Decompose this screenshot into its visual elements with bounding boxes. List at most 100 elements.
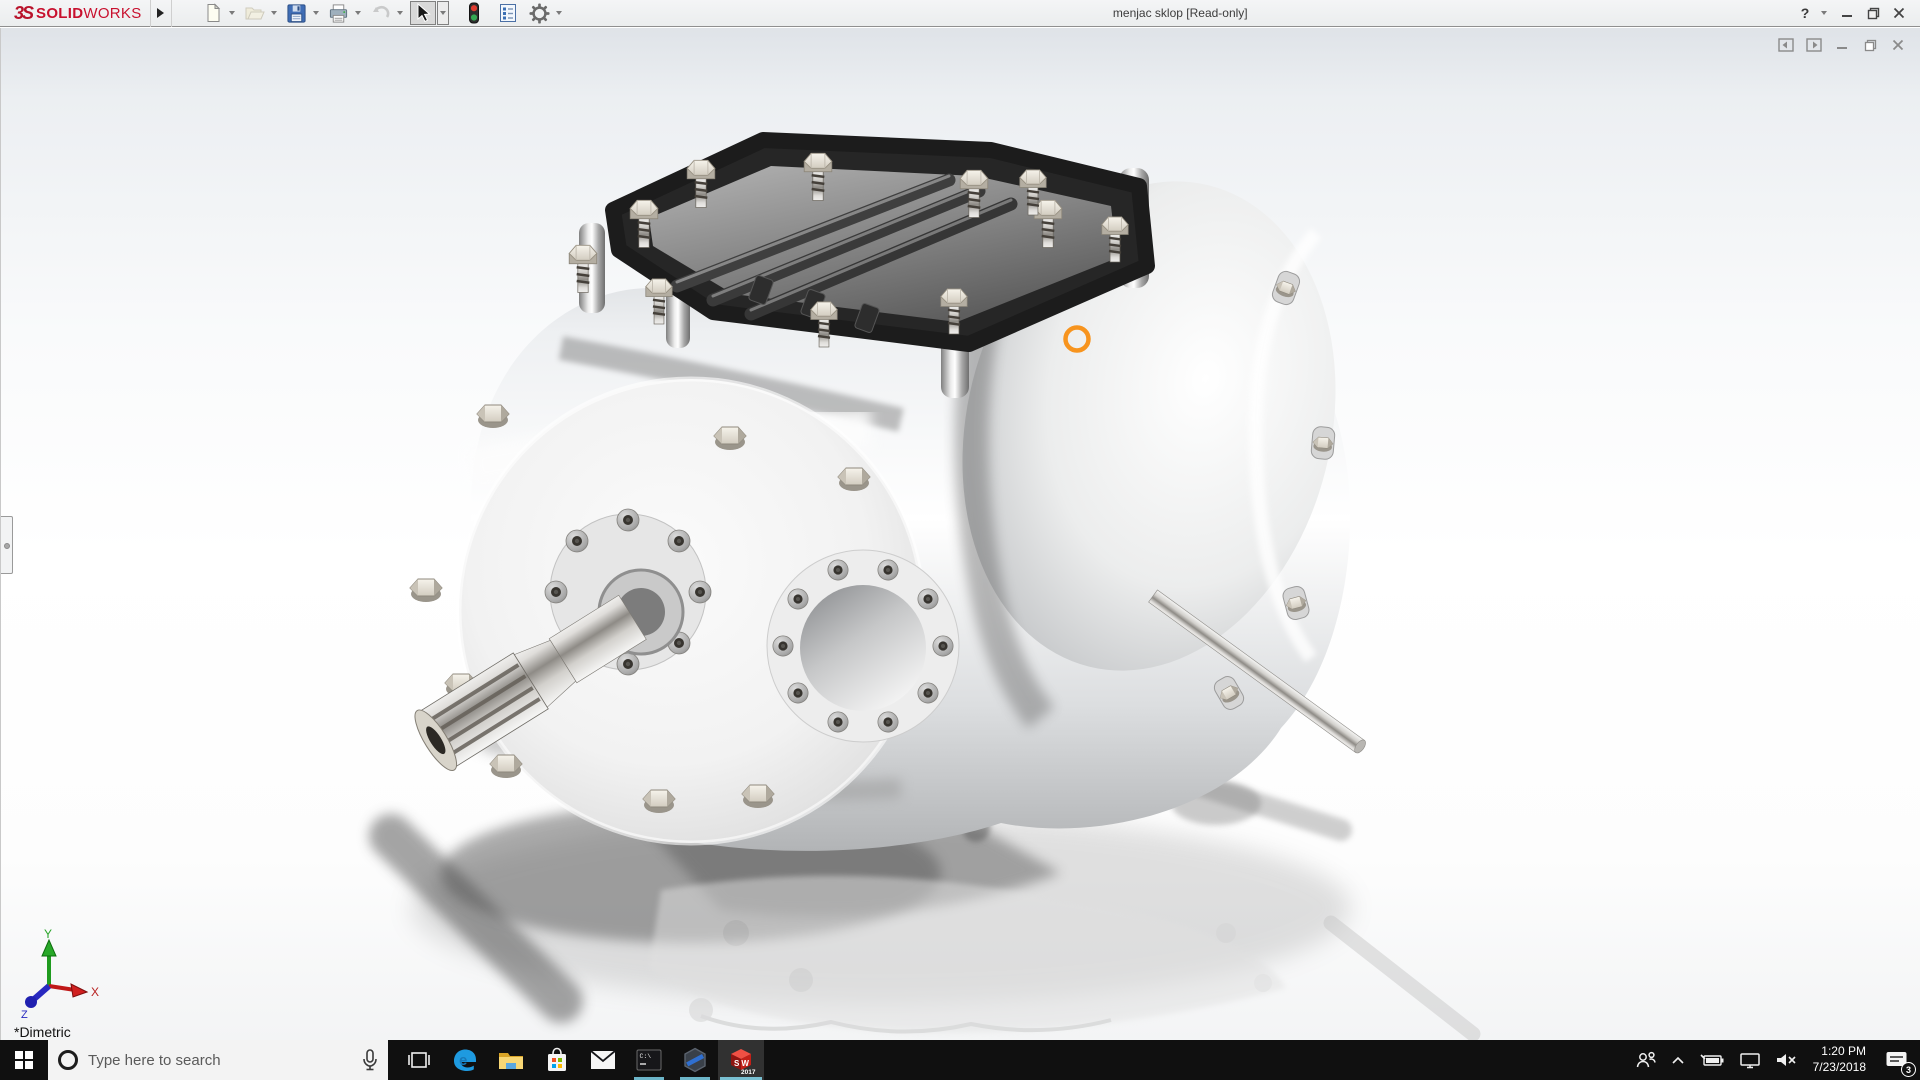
graphics-area[interactable]: Y X Z *Dimetric (0, 28, 1920, 1040)
restore-icon (1867, 7, 1879, 19)
select-cursor-icon (417, 3, 431, 23)
doc-minimize-icon (1837, 47, 1847, 49)
microphone-icon[interactable] (362, 1049, 378, 1071)
close-button[interactable] (1886, 0, 1912, 26)
doc-close-button[interactable] (1888, 36, 1908, 54)
command-prompt-button[interactable]: C:\ (626, 1040, 672, 1080)
people-button[interactable] (1629, 1040, 1663, 1080)
svg-text:SW: SW (734, 1059, 751, 1068)
view-orientation-label: *Dimetric (14, 1024, 71, 1040)
help-button[interactable]: ? (1792, 0, 1818, 26)
cortana-icon (58, 1050, 78, 1070)
solidworks-2017-icon: SW 2017 (731, 1049, 756, 1075)
edge-icon: e (454, 1049, 476, 1071)
show-hidden-icons-button[interactable] (1665, 1040, 1691, 1080)
document-title: menjac sklop [Read-only] (1112, 6, 1248, 20)
options-gear-icon (529, 2, 550, 24)
logo-text-light: WORKS (83, 4, 142, 22)
save-icon (287, 3, 306, 23)
splitter-dot (4, 543, 10, 549)
start-button[interactable] (0, 1040, 48, 1080)
volume-button[interactable] (1769, 1040, 1803, 1080)
file-explorer-button[interactable] (488, 1040, 534, 1080)
title-bar: 3S SOLID WORKS menjac sklop [Read-only] … (0, 0, 1920, 27)
solidworks-2017-button[interactable]: SW 2017 (718, 1040, 764, 1080)
battery-charging-icon (1700, 1054, 1724, 1066)
help-dropdown[interactable] (1818, 1, 1830, 25)
new-document-button[interactable] (200, 1, 226, 25)
feature-panel-splitter-tab[interactable] (1, 516, 13, 574)
quick-access-toolbar (200, 1, 569, 25)
collapse-pane-left-button[interactable] (1776, 36, 1796, 54)
print-icon (329, 3, 348, 23)
save-button[interactable] (284, 1, 310, 25)
task-view-button[interactable] (396, 1040, 442, 1080)
chevron-up-icon (1672, 1056, 1684, 1064)
hexagon-app-button[interactable] (672, 1040, 718, 1080)
minimize-icon (1842, 15, 1852, 17)
print-dropdown[interactable] (352, 1, 364, 25)
undo-dropdown[interactable] (394, 1, 406, 25)
file-properties-icon (499, 4, 516, 22)
rebuild-traffic-light-icon (468, 2, 479, 24)
microsoft-store-button[interactable] (534, 1040, 580, 1080)
options-button[interactable] (527, 1, 553, 25)
new-document-dropdown[interactable] (226, 1, 238, 25)
volume-muted-icon (1776, 1054, 1796, 1066)
save-dropdown[interactable] (310, 1, 322, 25)
clock-time: 1:20 PM (1821, 1044, 1866, 1059)
open-folder-icon (245, 7, 265, 20)
restore-button[interactable] (1860, 0, 1886, 26)
pane-right-icon (1806, 38, 1822, 52)
open-dropdown[interactable] (268, 1, 280, 25)
taskbar-apps: e C:\ SW 2017 (396, 1040, 764, 1080)
network-icon (1739, 1053, 1760, 1069)
doc-minimize-button[interactable] (1832, 36, 1852, 54)
minimize-button[interactable] (1834, 0, 1860, 26)
orientation-triad: Y X Z (21, 928, 99, 1021)
print-button[interactable] (326, 1, 352, 25)
rebuild-button[interactable] (461, 1, 487, 25)
close-icon (1893, 7, 1905, 19)
collapse-pane-right-button[interactable] (1804, 36, 1824, 54)
select-button[interactable] (409, 1, 436, 25)
flyout-arrow-icon (157, 8, 165, 18)
command-prompt-icon: C:\ (636, 1049, 662, 1071)
undo-button[interactable] (368, 1, 394, 25)
clock-date: 7/23/2018 (1812, 1060, 1866, 1074)
doc-restore-icon (1864, 39, 1876, 51)
document-window-controls (1776, 36, 1908, 54)
taskbar-search[interactable] (48, 1040, 388, 1080)
triad-x-label: X (91, 985, 99, 999)
options-dropdown[interactable] (553, 1, 565, 25)
window-controls: ? (1792, 0, 1920, 27)
edge-button[interactable]: e (442, 1040, 488, 1080)
system-tray: 1:20 PM 7/23/2018 3 (1629, 1040, 1920, 1080)
svg-text:e: e (459, 1052, 467, 1069)
taskbar-clock[interactable]: 1:20 PM 7/23/2018 (1805, 1044, 1874, 1075)
model-canvas (369, 132, 1481, 1040)
doc-restore-button[interactable] (1860, 36, 1880, 54)
search-input[interactable] (88, 1051, 352, 1069)
file-properties-button[interactable] (495, 1, 521, 25)
select-dropdown[interactable] (436, 1, 449, 25)
logo-text-bold: SOLID (36, 4, 84, 22)
file-explorer-icon (499, 1053, 523, 1069)
network-button[interactable] (1733, 1040, 1767, 1080)
task-view-icon (408, 1052, 430, 1068)
mail-button[interactable] (580, 1040, 626, 1080)
svg-text:C:\: C:\ (640, 1053, 652, 1060)
dassault-3s-mark: 3S (14, 2, 34, 23)
triad-z-label: Z (21, 1009, 28, 1021)
battery-button[interactable] (1693, 1040, 1731, 1080)
hexagon-app-icon (684, 1047, 706, 1073)
pane-left-icon (1778, 38, 1794, 52)
side-bearing-flange (766, 549, 960, 743)
action-center-button[interactable]: 3 (1876, 1040, 1918, 1080)
windows-taskbar: e C:\ (0, 1040, 1920, 1080)
solidworks-logo: 3S SOLID WORKS (0, 0, 150, 27)
open-button[interactable] (242, 1, 268, 25)
new-document-icon (207, 3, 220, 22)
undo-icon (372, 5, 389, 18)
menu-flyout-button[interactable] (149, 0, 172, 27)
